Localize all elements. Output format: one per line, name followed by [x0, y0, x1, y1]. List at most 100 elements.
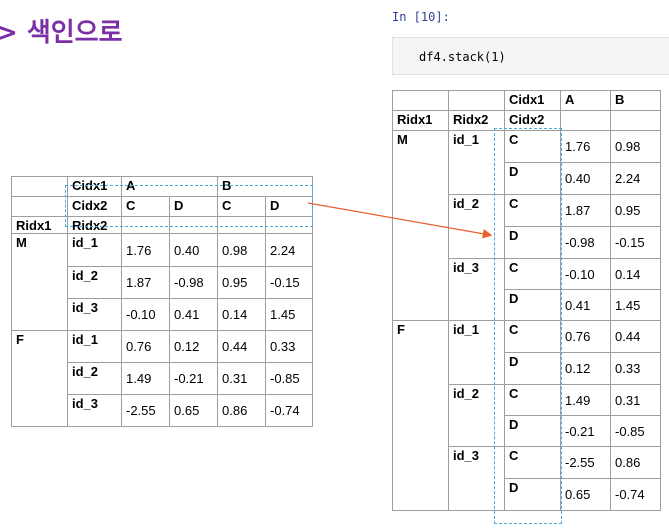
cidx2-cell: D	[504, 352, 561, 385]
value-cell: 1.45	[265, 298, 314, 331]
ridx1-cell: F	[11, 330, 68, 427]
value-cell: 1.49	[560, 384, 611, 416]
cidx2-label: Cidx2	[67, 196, 122, 217]
value-cell: -0.74	[265, 394, 314, 427]
value-cell: 0.95	[610, 194, 661, 227]
value-cell: 0.44	[610, 320, 661, 353]
value-cell: 0.76	[121, 330, 170, 363]
value-cell: 2.24	[265, 233, 314, 267]
cidx2-cell: C	[504, 194, 561, 227]
blank-cell	[168, 216, 219, 234]
value-cell: 0.98	[610, 130, 661, 163]
right-dataframe: Cidx1 A B Ridx1 Ridx2 Cidx2 M id_1 C 1.7…	[392, 90, 661, 511]
value-cell: 0.12	[168, 330, 219, 363]
value-cell: -0.10	[121, 298, 170, 331]
value-cell: -0.21	[560, 415, 611, 447]
ridx1-label: Ridx1	[11, 216, 68, 234]
cidx2-cell: C	[504, 446, 561, 479]
value-cell: -0.74	[610, 478, 661, 511]
cidx2-cell: C	[504, 130, 561, 163]
cidx2-cell: D	[504, 415, 561, 447]
sub-col-header: D	[168, 196, 219, 217]
value-cell: -0.98	[560, 226, 611, 259]
table-row: M id_1 1.76 0.40 0.98 2.24	[11, 233, 314, 331]
ridx2-cell: id_2	[448, 384, 505, 447]
cidx1-label: Cidx1	[504, 90, 561, 111]
value-cell: -0.98	[168, 266, 219, 299]
cidx2-cell: D	[504, 289, 561, 321]
cidx2-cell: C	[504, 384, 561, 416]
ridx2-cell: id_1	[67, 233, 122, 267]
ridx2-label: Ridx2	[448, 110, 505, 131]
value-cell: -0.10	[560, 258, 611, 290]
left-dataframe: Cidx1 A B Cidx2 C D C D Ridx1 Ridx2 M id…	[11, 176, 314, 427]
ridx2-cell: id_1	[448, 130, 505, 195]
value-cell: 0.86	[217, 394, 267, 427]
top-col-header: A	[120, 176, 219, 197]
code-cell[interactable]: df4.stack(1)	[392, 37, 669, 75]
value-cell: 0.41	[560, 289, 611, 321]
table-row: F id_1 0.76 0.12 0.44 0.33	[11, 330, 314, 427]
table-row: M id_1 C 1.76 0.98	[392, 130, 661, 321]
blank-cell	[610, 110, 661, 131]
col-header: A	[560, 90, 611, 111]
value-cell: 1.87	[560, 194, 611, 227]
value-cell: 0.14	[217, 298, 267, 331]
value-cell: 0.41	[168, 298, 219, 331]
top-col-header: B	[217, 176, 314, 197]
value-cell: 1.76	[121, 233, 170, 267]
value-cell: 1.76	[560, 130, 611, 163]
blank-cell	[560, 110, 611, 131]
ridx2-cell: id_3	[448, 446, 505, 511]
ridx2-cell: id_2	[448, 194, 505, 259]
value-cell: 2.24	[610, 162, 661, 195]
ridx2-cell: id_3	[67, 394, 122, 427]
value-cell: 0.33	[610, 352, 661, 385]
value-cell: -2.55	[560, 446, 611, 479]
ridx2-cell: id_1	[67, 330, 122, 363]
value-cell: 0.95	[217, 266, 267, 299]
blank-cell	[392, 90, 449, 111]
ridx2-cell: id_3	[67, 298, 122, 331]
value-cell: -0.15	[265, 266, 314, 299]
ridx2-cell: id_1	[448, 320, 505, 385]
blank-cell	[11, 196, 68, 217]
cell-prompt: In [10]:	[392, 10, 450, 24]
ridx1-label: Ridx1	[392, 110, 449, 131]
cidx2-cell: C	[504, 320, 561, 353]
value-cell: -0.85	[265, 362, 314, 395]
ridx1-cell: F	[392, 320, 449, 511]
code-text: df4.stack(1)	[419, 50, 506, 64]
blank-cell	[448, 90, 505, 111]
value-cell: -0.21	[168, 362, 219, 395]
sub-col-header: C	[121, 196, 170, 217]
value-cell: 0.31	[217, 362, 267, 395]
blank-cell	[265, 216, 314, 234]
value-cell: 0.40	[560, 162, 611, 195]
ridx2-cell: id_2	[67, 362, 122, 395]
value-cell: 0.31	[610, 384, 661, 416]
value-cell: 0.65	[168, 394, 219, 427]
ridx2-label: Ridx2	[67, 216, 122, 234]
table-row: F id_1 C 0.76 0.44	[392, 320, 661, 511]
value-cell: 0.12	[560, 352, 611, 385]
col-header: B	[610, 90, 661, 111]
cidx2-cell: D	[504, 226, 561, 259]
cidx1-label: Cidx1	[67, 176, 122, 197]
value-cell: 0.14	[610, 258, 661, 290]
ridx2-cell: id_3	[448, 258, 505, 321]
cidx2-cell: D	[504, 162, 561, 195]
value-cell: 0.44	[217, 330, 267, 363]
ridx2-cell: id_2	[67, 266, 122, 299]
value-cell: -0.15	[610, 226, 661, 259]
sub-col-header: C	[217, 196, 267, 217]
ridx1-cell: M	[392, 130, 449, 321]
value-cell: 0.86	[610, 446, 661, 479]
cidx2-cell: D	[504, 478, 561, 511]
slide-heading: > 색인으로	[0, 18, 123, 48]
sub-col-header: D	[265, 196, 314, 217]
blank-cell	[11, 176, 68, 197]
value-cell: -0.85	[610, 415, 661, 447]
value-cell: 0.98	[217, 233, 267, 267]
value-cell: 0.65	[560, 478, 611, 511]
